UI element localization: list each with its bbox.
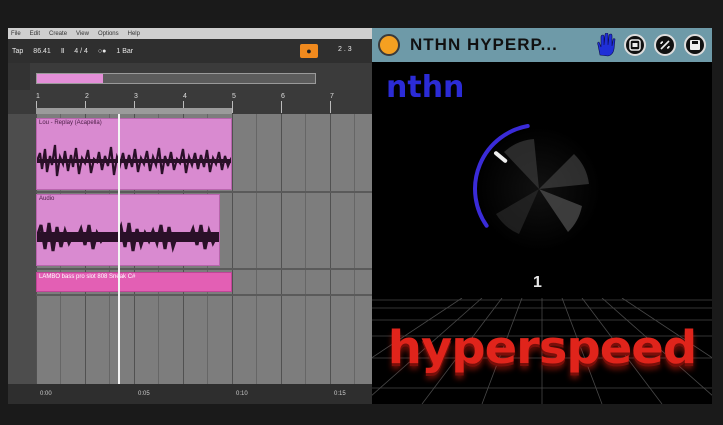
grid-line xyxy=(305,114,306,384)
power-icon[interactable] xyxy=(378,34,400,56)
hyperspeed-wordmark: hyperspeed xyxy=(387,321,697,375)
ruler-bar-label: 6 xyxy=(281,93,285,113)
metronome-icon[interactable]: Ⅱ xyxy=(61,47,64,55)
arm-button[interactable]: ● xyxy=(300,44,318,58)
brand-logo: nthn xyxy=(386,70,465,105)
hand-icon[interactable] xyxy=(594,33,616,57)
grid-line xyxy=(256,114,257,384)
plugin-title: NTHN HYPERP... xyxy=(410,35,558,54)
audio-clip-acapella[interactable]: Lou - Replay (Acapella) xyxy=(36,118,232,190)
track-separator xyxy=(36,191,372,193)
tap-tempo-button[interactable]: Tap xyxy=(12,48,23,55)
track-separator xyxy=(36,268,372,270)
transport-bar: Tap 86.41 Ⅱ 4 / 4 ○● 1 Bar ● 2 . 3 xyxy=(8,39,372,63)
menu-bar: File Edit Create View Options Help xyxy=(8,28,372,39)
ruler-bar-label: 3 xyxy=(134,93,138,113)
daw-arrangement-view: File Edit Create View Options Help Tap 8… xyxy=(8,28,372,404)
menu-file[interactable]: File xyxy=(11,31,21,37)
time-marker: 0:00 xyxy=(40,391,52,397)
screenshot-frame: File Edit Create View Options Help Tap 8… xyxy=(8,28,712,404)
track-lanes[interactable]: Lou - Replay (Acapella) Audio LAMBO bass… xyxy=(36,114,372,384)
grid-line xyxy=(330,114,331,384)
plugin-menu-icon[interactable] xyxy=(624,34,646,56)
track-separator xyxy=(36,294,372,296)
song-position-field[interactable]: 2 . 3 xyxy=(338,46,352,53)
quantize-select[interactable]: 1 Bar xyxy=(116,48,133,55)
tempo-field[interactable]: 86.41 xyxy=(33,48,51,55)
overview-lane[interactable] xyxy=(36,73,316,84)
waveform xyxy=(37,221,219,253)
clip-title: Lou - Replay (Acapella) xyxy=(39,120,102,126)
time-marker: 0:15 xyxy=(334,391,346,397)
playhead[interactable] xyxy=(118,114,120,389)
link-icon[interactable] xyxy=(654,34,676,56)
audio-clip-audio[interactable]: Audio xyxy=(36,194,220,266)
plugin-window: NTHN HYPERP... nthn 1 hyperspeed xyxy=(372,28,712,404)
menu-edit[interactable]: Edit xyxy=(30,31,40,37)
track-gutter xyxy=(8,114,36,384)
arrangement-overview[interactable] xyxy=(8,63,372,90)
bar-ruler[interactable]: 1 2 3 4 5 6 7 xyxy=(8,90,372,114)
loop-toggle[interactable]: ○● xyxy=(98,48,106,55)
menu-options[interactable]: Options xyxy=(98,31,119,37)
grid-line xyxy=(281,114,282,384)
menu-create[interactable]: Create xyxy=(49,31,67,37)
ruler-bar-label: 1 xyxy=(36,93,40,113)
ruler-bar-label: 5 xyxy=(232,93,236,113)
plugin-header: NTHN HYPERP... xyxy=(372,28,712,62)
clip-title: LAMBO bass pro slot 808 Sneak C# xyxy=(39,274,136,280)
ruler-bar-label: 7 xyxy=(330,93,334,113)
time-ruler[interactable]: 0:00 0:05 0:10 0:15 xyxy=(8,384,372,404)
waveform xyxy=(37,144,231,177)
overview-visible-region[interactable] xyxy=(37,74,103,83)
ruler-bar-label: 4 xyxy=(183,93,187,113)
overview-gutter xyxy=(8,63,30,90)
knob-value-readout: 1 xyxy=(533,274,542,291)
midi-clip-808[interactable]: LAMBO bass pro slot 808 Sneak C# xyxy=(36,272,232,292)
menu-view[interactable]: View xyxy=(76,31,89,37)
save-icon[interactable] xyxy=(684,34,706,56)
speed-knob[interactable] xyxy=(464,114,614,264)
grid-line xyxy=(354,114,355,384)
clip-title: Audio xyxy=(39,196,55,202)
grid-line xyxy=(232,114,233,384)
time-marker: 0:10 xyxy=(236,391,248,397)
time-marker: 0:05 xyxy=(138,391,150,397)
menu-help[interactable]: Help xyxy=(128,31,140,37)
ruler-bar-label: 2 xyxy=(85,93,89,113)
time-signature-field[interactable]: 4 / 4 xyxy=(74,48,88,55)
